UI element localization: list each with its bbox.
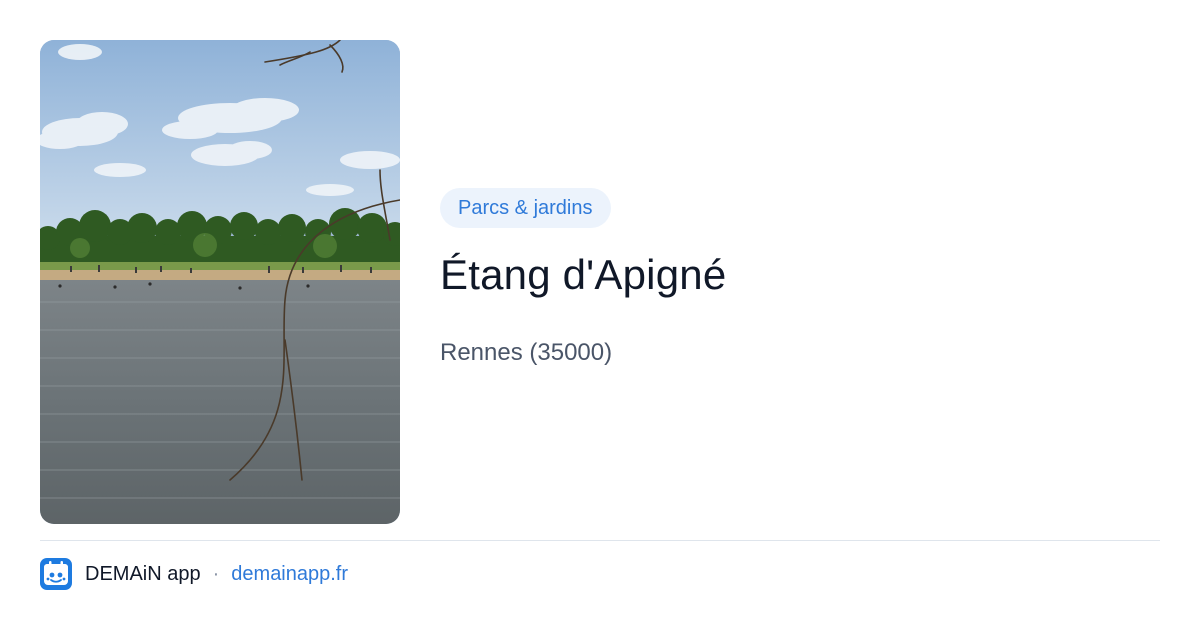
demain-app-logo-icon [40, 558, 72, 590]
footer: DEMAiN app · demainapp.fr [40, 558, 348, 590]
app-domain-link[interactable]: demainapp.fr [231, 563, 348, 586]
place-location: Rennes (35000) [440, 339, 613, 366]
footer-divider [40, 540, 1160, 541]
place-details: Parcs & jardins Étang d'Apigné Rennes (3… [440, 188, 1160, 368]
category-badge[interactable]: Parcs & jardins [440, 188, 611, 228]
place-photo [40, 40, 400, 524]
lake-photo-illustration [40, 40, 400, 524]
footer-separator: · [212, 562, 220, 585]
place-title: Étang d'Apigné [440, 251, 727, 298]
share-card: Parcs & jardins Étang d'Apigné Rennes (3… [0, 0, 1200, 630]
app-name: DEMAiN app [85, 562, 201, 585]
